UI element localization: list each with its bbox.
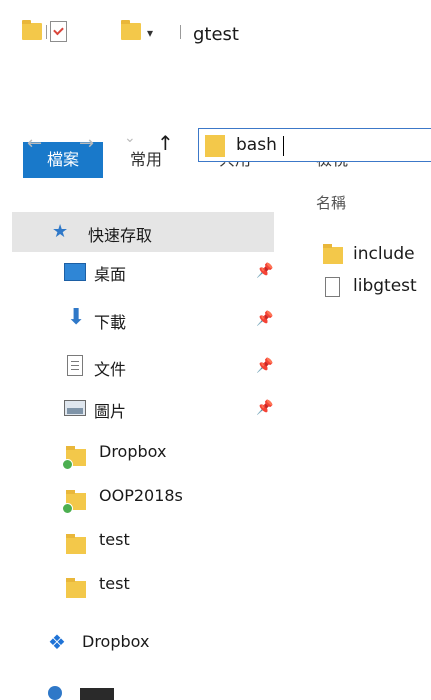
nav-item-label: OOP2018s: [99, 486, 183, 505]
nav-item-dropbox-folder[interactable]: Dropbox: [62, 439, 279, 475]
pin-icon: 📌: [256, 263, 274, 279]
text-caret: [283, 136, 284, 156]
nav-item-desktop[interactable]: 桌面 📌: [64, 258, 279, 294]
file-name: libgtest: [353, 276, 417, 296]
list-item[interactable]: include: [323, 240, 431, 270]
nav-item-downloads[interactable]: ⬇ 下載 📌: [64, 306, 279, 342]
partial-label: [80, 688, 114, 700]
onedrive-icon: [48, 686, 62, 700]
folder-icon: [66, 578, 86, 598]
nav-item-documents[interactable]: 文件 📌: [64, 353, 279, 389]
folder-sync-icon: [62, 490, 86, 514]
toolbar-separator: [46, 25, 47, 39]
star-pin-icon: ★: [52, 221, 69, 242]
pictures-icon: [64, 400, 86, 416]
folder-icon: [323, 244, 343, 264]
address-input[interactable]: bash: [236, 135, 277, 155]
dropbox-icon: ❖: [48, 630, 66, 654]
up-button[interactable]: ↑: [157, 131, 174, 155]
pin-icon: 📌: [256, 400, 274, 416]
download-icon: ⬇: [67, 305, 86, 330]
address-bar[interactable]: bash: [198, 128, 431, 162]
forward-button[interactable]: →: [79, 133, 94, 154]
quick-access-row[interactable]: ★ 快速存取: [12, 212, 274, 252]
file-name: include: [353, 244, 415, 264]
properties-icon[interactable]: [50, 21, 67, 42]
folder-icon: [205, 135, 225, 157]
toolbar-separator: [180, 25, 181, 39]
nav-item-pictures[interactable]: 圖片 📌: [64, 395, 279, 431]
pin-icon: 📌: [256, 358, 274, 374]
nav-item-label: 圖片: [94, 402, 127, 421]
list-item[interactable]: libgtest: [323, 272, 431, 302]
nav-item-label: Dropbox: [82, 632, 150, 651]
documents-icon: [67, 355, 83, 376]
column-header-name[interactable]: 名稱: [316, 192, 346, 213]
nav-item-dropbox[interactable]: ❖ Dropbox: [48, 629, 278, 665]
window-title: gtest: [193, 24, 239, 45]
nav-item-label: test: [99, 574, 130, 593]
nav-item-label: 下載: [94, 313, 127, 332]
title-bar: ▾ gtest: [0, 0, 431, 60]
customize-dropdown-icon[interactable]: ▾: [147, 27, 159, 39]
nav-item-label: 桌面: [94, 265, 127, 284]
nav-item-test[interactable]: test: [64, 571, 279, 607]
nav-item-oop2018s[interactable]: OOP2018s: [62, 483, 279, 519]
desktop-icon: [64, 263, 86, 281]
nav-item-label: 文件: [94, 360, 127, 379]
ribbon-tabs: 檔案 常用 共用 檢視: [0, 71, 431, 178]
nav-item-test[interactable]: test: [64, 527, 279, 563]
recent-locations-button[interactable]: ⌄: [124, 130, 136, 146]
folder-icon[interactable]: [22, 20, 42, 40]
pin-icon: 📌: [256, 311, 274, 327]
folder-icon: [66, 534, 86, 554]
nav-item-label: Dropbox: [99, 442, 167, 461]
back-button[interactable]: ←: [27, 133, 42, 154]
folder-sync-icon: [62, 446, 86, 470]
quick-access-label: 快速存取: [88, 226, 153, 245]
file-icon: [325, 277, 340, 297]
nav-item-label: test: [99, 530, 130, 549]
new-folder-icon[interactable]: [121, 20, 141, 40]
